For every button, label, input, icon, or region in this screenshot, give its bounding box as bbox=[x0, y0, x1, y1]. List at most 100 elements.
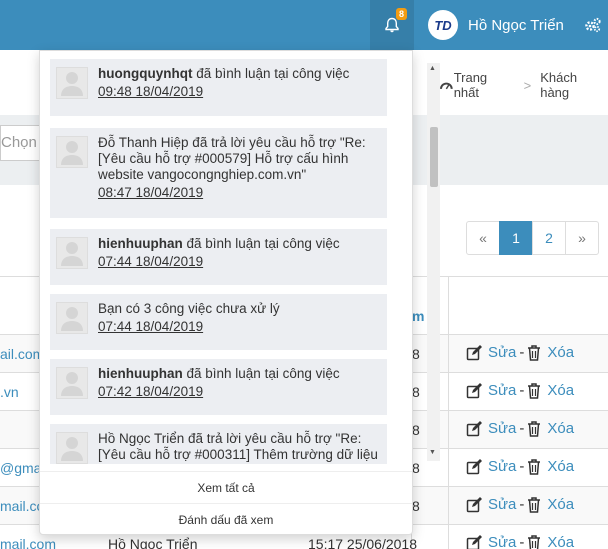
pagination-page-1[interactable]: 1 bbox=[499, 221, 533, 255]
user-name: Hồ Ngọc Triển bbox=[468, 16, 564, 34]
notification-text: Đỗ Thanh Hiệp đã trả lời yêu cầu hỗ trợ … bbox=[98, 135, 366, 182]
action-separator: - bbox=[519, 382, 525, 399]
edit-icon[interactable] bbox=[466, 382, 484, 399]
trash-icon[interactable] bbox=[527, 534, 541, 549]
edit-link[interactable]: Sửa bbox=[488, 496, 516, 513]
user-avatar-placeholder bbox=[56, 67, 88, 99]
date-cell: 15:17 25/06/2018 bbox=[308, 536, 417, 549]
column-divider bbox=[448, 276, 449, 549]
edit-link[interactable]: Sửa bbox=[488, 534, 516, 549]
settings-button[interactable] bbox=[578, 0, 608, 50]
mark-all-read-link[interactable]: Đánh dấu đã xem bbox=[40, 503, 412, 535]
scroll-down-arrow-icon[interactable]: ▼ bbox=[429, 449, 436, 456]
trash-icon[interactable] bbox=[527, 420, 541, 437]
notification-item[interactable]: huongquynhqt đã bình luận tại công việc … bbox=[50, 59, 387, 116]
email-cell[interactable]: ail.com bbox=[0, 346, 44, 362]
breadcrumb-separator: > bbox=[523, 77, 532, 93]
delete-link[interactable]: Xóa bbox=[547, 496, 574, 513]
dashboard-icon bbox=[440, 82, 453, 89]
notification-list: huongquynhqt đã bình luận tại công việc … bbox=[50, 59, 387, 464]
action-separator: - bbox=[519, 534, 525, 549]
action-separator: - bbox=[519, 420, 525, 437]
pagination: « 1 2 » bbox=[466, 221, 599, 255]
notification-user: hienhuuphan bbox=[98, 236, 183, 251]
edit-link[interactable]: Sửa bbox=[488, 344, 516, 361]
edit-link[interactable]: Sửa bbox=[488, 382, 516, 399]
delete-link[interactable]: Xóa bbox=[547, 458, 574, 475]
user-silhouette-icon bbox=[61, 372, 83, 396]
notification-time: 09:48 18/04/2019 bbox=[98, 84, 204, 99]
notification-user: huongquynhqt bbox=[98, 66, 193, 81]
edit-link[interactable]: Sửa bbox=[488, 458, 516, 475]
scrollbar-thumb[interactable] bbox=[430, 127, 438, 187]
delete-link[interactable]: Xóa bbox=[547, 534, 574, 549]
date-cell-fragment: 8 bbox=[412, 346, 420, 362]
date-cell-fragment: 8 bbox=[412, 422, 420, 438]
user-menu-button[interactable]: TD Hồ Ngọc Triển bbox=[424, 0, 564, 50]
action-separator: - bbox=[519, 458, 525, 475]
user-avatar-placeholder bbox=[56, 367, 88, 399]
trash-icon[interactable] bbox=[527, 344, 541, 361]
breadcrumb-current: Khách hàng bbox=[540, 70, 578, 100]
user-avatar-placeholder bbox=[56, 237, 88, 269]
delete-link[interactable]: Xóa bbox=[547, 382, 574, 399]
pagination-page-2[interactable]: 2 bbox=[532, 221, 566, 255]
user-silhouette-icon bbox=[61, 437, 83, 461]
notification-item[interactable]: hienhuuphan đã bình luận tại công việc 0… bbox=[50, 359, 387, 415]
row-actions: Sửa - Xóa bbox=[466, 420, 574, 437]
user-avatar-placeholder bbox=[56, 136, 88, 168]
see-all-notifications-link[interactable]: Xem tất cả bbox=[40, 471, 412, 503]
email-cell[interactable]: .vn bbox=[0, 384, 19, 400]
user-silhouette-icon bbox=[61, 72, 83, 96]
user-logo: TD bbox=[428, 10, 458, 40]
notification-item[interactable]: Đỗ Thanh Hiệp đã trả lời yêu cầu hỗ trợ … bbox=[50, 128, 387, 218]
edit-icon[interactable] bbox=[466, 458, 484, 475]
user-avatar-placeholder bbox=[56, 302, 88, 334]
scroll-up-arrow-icon[interactable]: ▲ bbox=[429, 65, 436, 72]
action-separator: - bbox=[519, 344, 525, 361]
trash-icon[interactable] bbox=[527, 458, 541, 475]
notification-count-badge: 8 bbox=[396, 8, 408, 20]
email-cell[interactable]: @gmai bbox=[0, 460, 45, 476]
row-actions: Sửa - Xóa bbox=[466, 534, 574, 549]
trash-icon[interactable] bbox=[527, 382, 541, 399]
trash-icon[interactable] bbox=[527, 496, 541, 513]
notification-time: 07:44 18/04/2019 bbox=[98, 254, 204, 269]
table-header-fragment: m bbox=[412, 308, 425, 324]
date-cell-fragment: 8 bbox=[412, 384, 420, 400]
user-silhouette-icon bbox=[61, 307, 83, 331]
email-cell[interactable]: mail.com bbox=[0, 536, 56, 549]
notification-time: 07:44 18/04/2019 bbox=[98, 319, 204, 334]
breadcrumb: Trang nhất > Khách hàng bbox=[440, 70, 608, 100]
pagination-prev[interactable]: « bbox=[466, 221, 500, 255]
notification-item[interactable]: hienhuuphan đã bình luận tại công việc 0… bbox=[50, 229, 387, 285]
edit-link[interactable]: Sửa bbox=[488, 420, 516, 437]
row-actions: Sửa - Xóa bbox=[466, 458, 574, 475]
notifications-button[interactable] bbox=[370, 0, 414, 50]
edit-icon[interactable] bbox=[466, 420, 484, 437]
row-actions: Sửa - Xóa bbox=[466, 344, 574, 361]
breadcrumb-home[interactable]: Trang nhất bbox=[454, 70, 515, 100]
delete-link[interactable]: Xóa bbox=[547, 344, 574, 361]
edit-icon[interactable] bbox=[466, 534, 484, 549]
notification-text: đã bình luận tại công việc bbox=[192, 66, 350, 81]
delete-link[interactable]: Xóa bbox=[547, 420, 574, 437]
date-cell-fragment: 8 bbox=[412, 460, 420, 476]
date-cell-fragment: 8 bbox=[412, 498, 420, 514]
name-cell: Hồ Ngọc Triển bbox=[108, 536, 198, 549]
user-silhouette-icon bbox=[61, 141, 83, 165]
action-separator: - bbox=[519, 496, 525, 513]
row-actions: Sửa - Xóa bbox=[466, 496, 574, 513]
notification-text: Hồ Ngọc Triển đã trả lời yêu cầu hỗ trợ … bbox=[98, 431, 378, 464]
notification-time: 08:47 18/04/2019 bbox=[98, 185, 204, 200]
pagination-next[interactable]: » bbox=[565, 221, 599, 255]
edit-icon[interactable] bbox=[466, 496, 484, 513]
gears-icon bbox=[585, 17, 601, 33]
row-actions: Sửa - Xóa bbox=[466, 382, 574, 399]
notification-scrollbar[interactable] bbox=[427, 63, 440, 461]
notification-item[interactable]: Hồ Ngọc Triển đã trả lời yêu cầu hỗ trợ … bbox=[50, 424, 387, 464]
notification-text: Bạn có 3 công việc chưa xử lý bbox=[98, 301, 280, 316]
notification-item[interactable]: Bạn có 3 công việc chưa xử lý 07:44 18/0… bbox=[50, 294, 387, 350]
user-avatar-placeholder bbox=[56, 432, 88, 464]
edit-icon[interactable] bbox=[466, 344, 484, 361]
